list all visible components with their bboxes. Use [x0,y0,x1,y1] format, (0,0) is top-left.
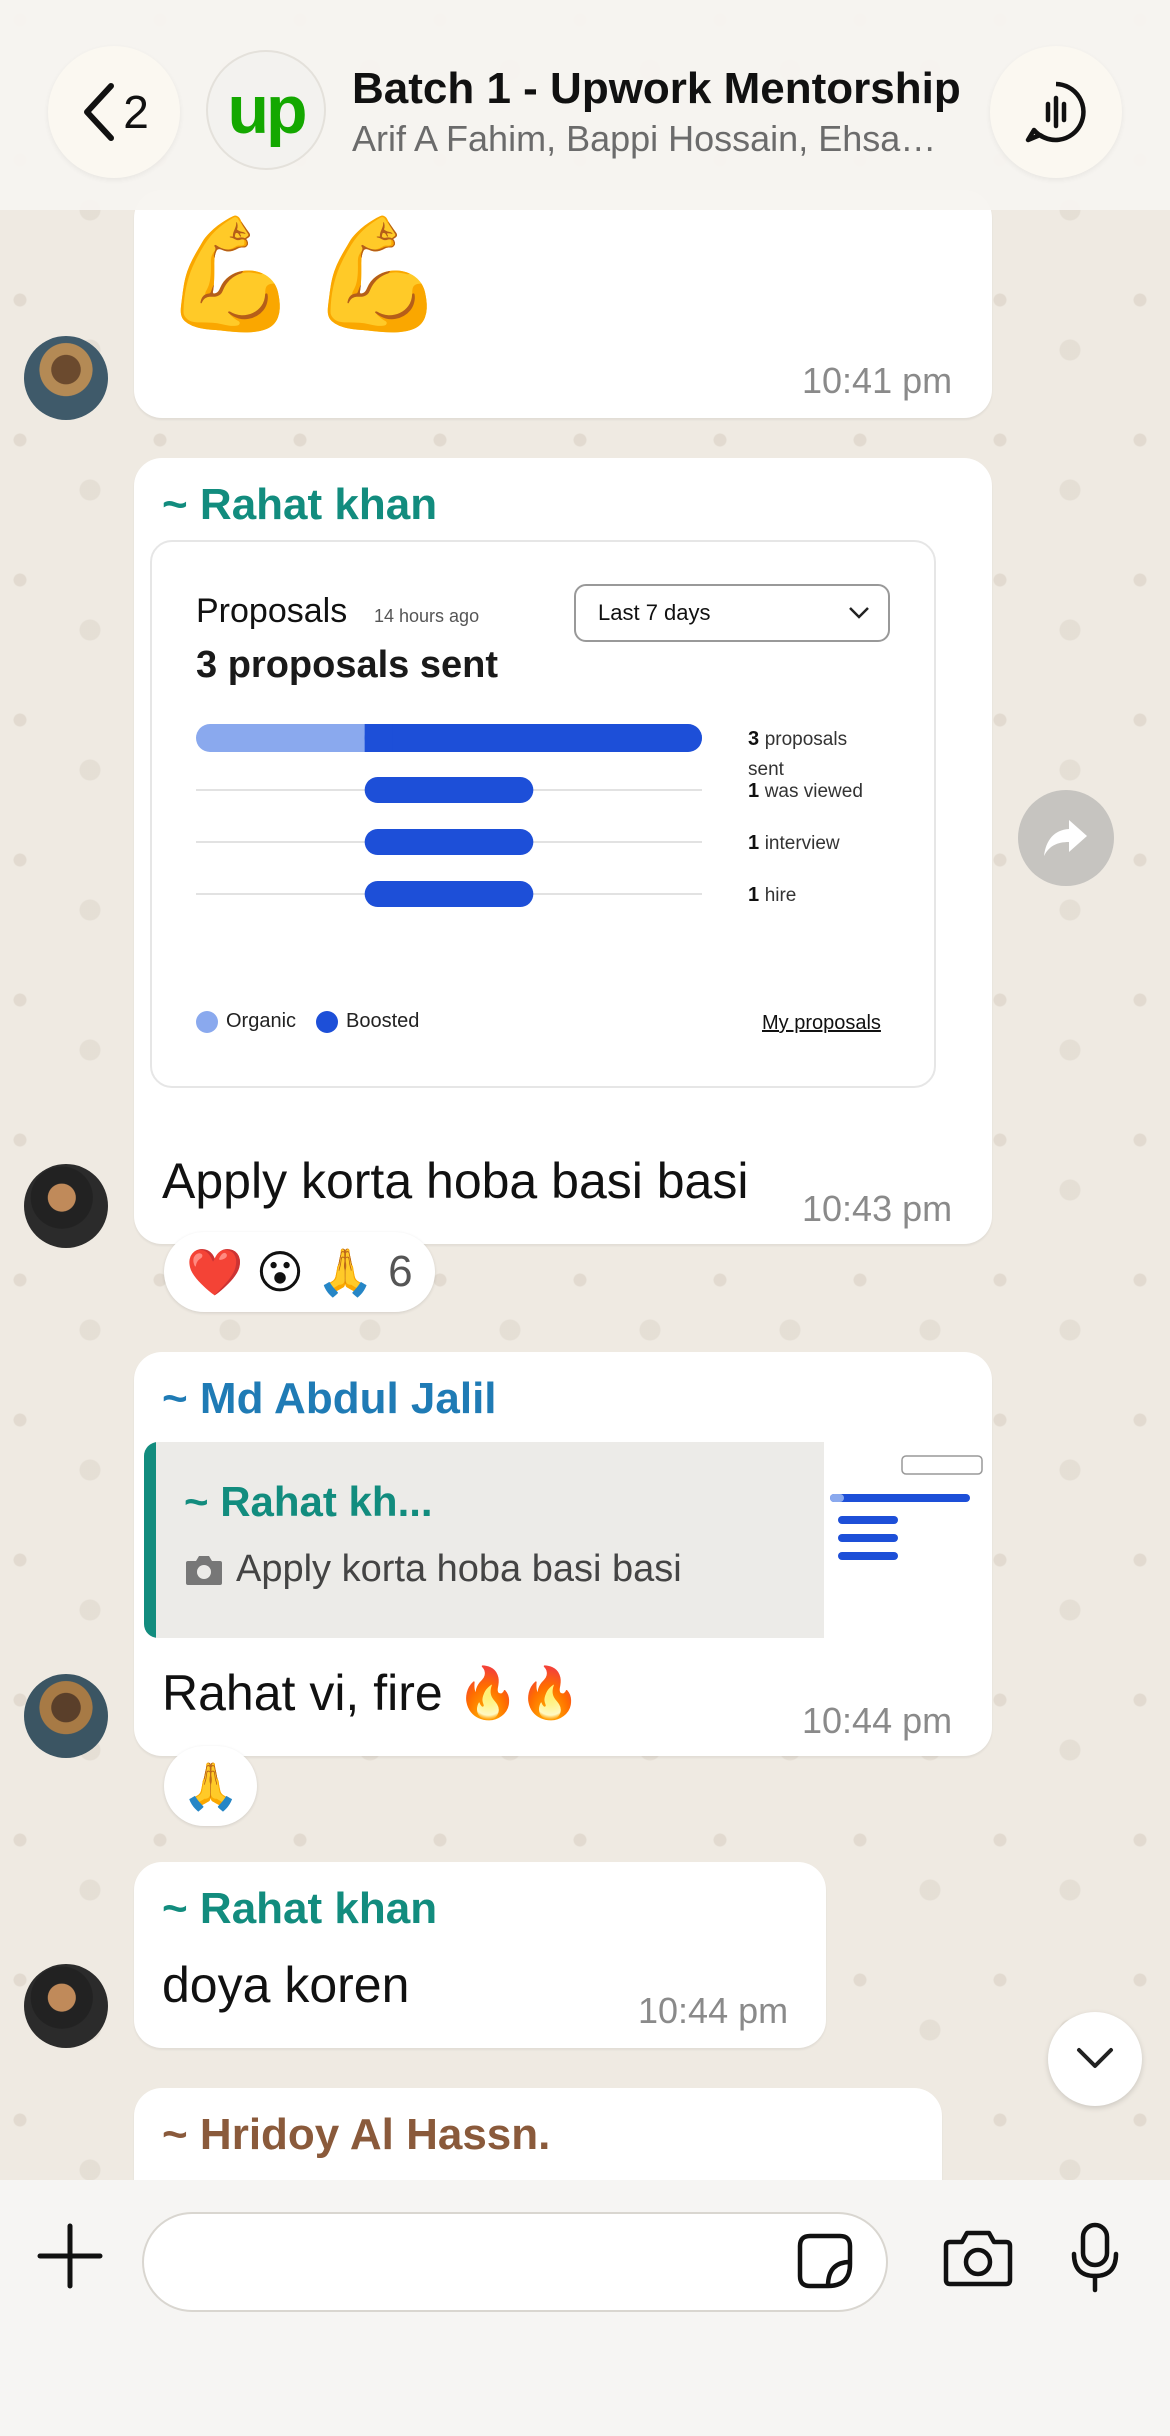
quote-thumbnail [824,1442,988,1638]
avatar[interactable] [24,1164,108,1248]
message-text: Rahat vi, fire 🔥🔥 [162,1665,582,1721]
proposals-chart: 3 proposals sent1 was viewed 1 interview 1 … [196,724,863,907]
bar-boosted-3 [364,881,534,907]
message-text: doya koren [162,1957,410,2013]
chevron-down-icon [1077,2048,1113,2068]
row-label-1: 1 was viewed [748,780,863,802]
quoted-message[interactable]: ~ Rahat kh... Apply korta hoba basi basi [144,1442,824,1638]
chart-legend: Organic Boosted [196,1010,425,1033]
row-label-0: 3 proposals [748,728,847,750]
forward-button[interactable] [1018,790,1114,886]
group-avatar[interactable]: up [206,50,326,170]
plus-icon[interactable] [36,2222,104,2290]
message-text: Apply korta hoba basi basi [162,1153,749,1209]
chevron-down-icon [849,607,869,619]
upwork-logo: up [227,72,307,148]
audio-wave-icon [1025,81,1086,143]
reaction-count: 6 [388,1247,413,1296]
quote-text-row: Apply korta hoba basi basi [184,1548,682,1591]
message-time: 10:44 pm [638,1990,789,2031]
message-time: 10:43 pm [802,1188,953,1229]
sender-name[interactable]: ~ Md Abdul Jalil [162,1374,497,1424]
muscle-emoji: 💪💪 [162,213,456,336]
legend-label-boosted: Boosted [346,1010,420,1032]
bar-boosted-2 [364,829,534,855]
unread-count: 2 [123,86,149,138]
camera-icon[interactable] [942,2228,1014,2288]
card-timestamp: 14 hours ago [374,606,480,626]
back-button[interactable]: 2 [48,46,180,178]
avatar[interactable] [24,1674,108,1758]
reaction-pill[interactable]: 🙏 [164,1746,258,1826]
reaction-pill[interactable]: ❤️ 😮 🙏 6 [164,1232,435,1312]
card-title: Proposals [196,592,348,630]
forward-icon [1044,820,1087,856]
microphone-icon[interactable] [1070,2222,1120,2294]
avatar[interactable] [24,1964,108,2048]
bar-boosted-1 [364,777,534,803]
sender-name[interactable]: ~ Rahat khan [162,480,437,530]
my-proposals-link: My proposals [762,1012,881,1034]
sender-name[interactable]: ~ Rahat khan [162,1884,437,1934]
message-input[interactable] [142,2212,888,2312]
bar-boosted-join-0 [364,724,393,752]
thumbnail-chart-icon [824,1442,988,1638]
message-time: 10:44 pm [802,1700,953,1741]
row-label-3: 1 hire [748,884,796,906]
reaction-emojis: ❤️ 😮 🙏 [186,1245,375,1298]
dropdown-label: Last 7 days [598,600,711,625]
sender-name[interactable]: ~ Hridoy Al Hassn. [162,2110,550,2160]
voice-chat-button[interactable] [990,46,1122,178]
scroll-down-button[interactable] [1048,2012,1142,2106]
reaction-emojis: 🙏 [182,1759,240,1812]
chat-header: 2 up Batch 1 - Upwork Mentorship Arif A … [0,0,1170,210]
bar-boosted-0 [364,724,702,752]
quote-sender: ~ Rahat kh... [184,1478,433,1525]
sticker-icon[interactable] [796,2232,854,2290]
legend-item-boosted: Boosted [316,1010,419,1033]
quote-bar [144,1442,156,1638]
avatar[interactable] [24,336,108,420]
legend-label-organic: Organic [226,1010,297,1032]
camera-icon [186,1555,222,1585]
message-time: 10:41 pm [802,360,953,401]
legend-item-organic: Organic [196,1010,296,1033]
chevron-left-icon [84,83,115,141]
group-title[interactable]: Batch 1 - Upwork Mentorship [352,64,961,114]
card-summary: 3 proposals sent [196,644,498,686]
row-label-2: 1 interview [748,832,840,854]
group-members[interactable]: Arif A Fahim, Bappi Hossain, Ehsa… [352,118,952,160]
date-range-dropdown: Last 7 days [574,584,890,642]
proposals-image[interactable]: Proposals 14 hours ago 3 proposals sent … [150,540,936,1088]
quote-text: Apply korta hoba basi basi [236,1548,682,1590]
row-label-0-wrap: sent [748,759,785,780]
